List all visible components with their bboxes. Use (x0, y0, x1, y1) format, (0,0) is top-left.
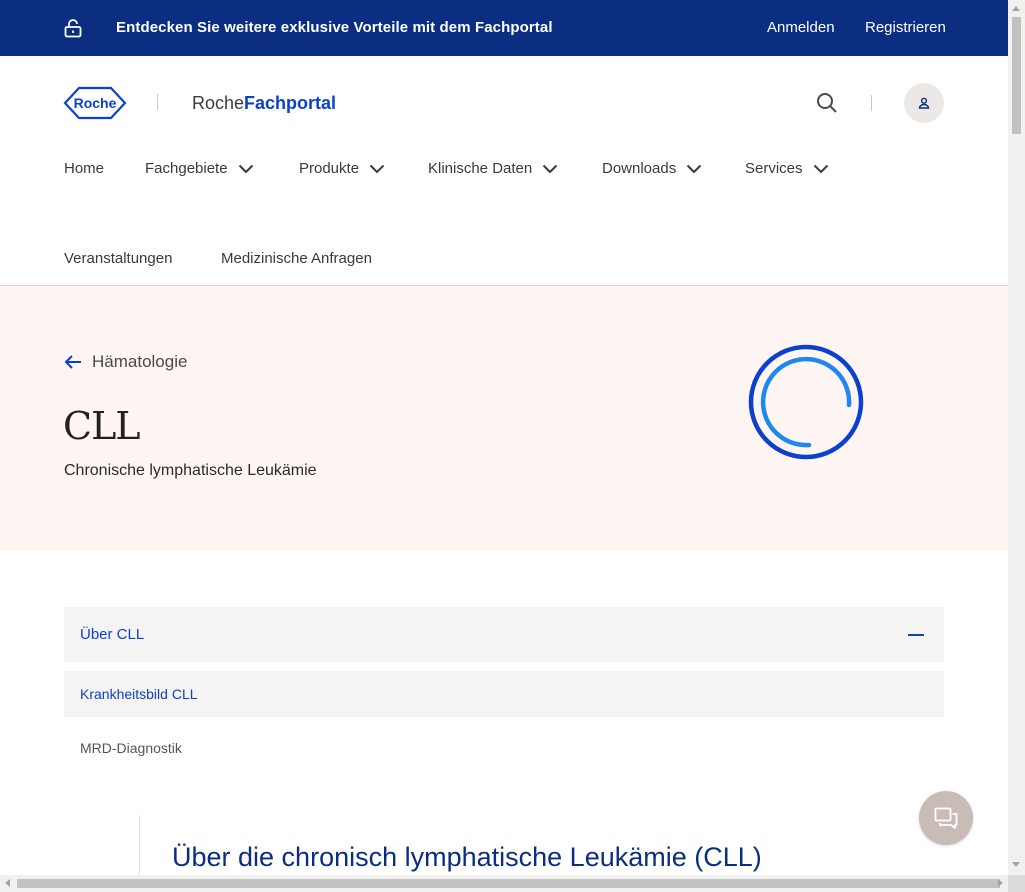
scroll-right-arrow[interactable] (998, 879, 1003, 887)
scrollbar-corner (1008, 875, 1025, 892)
nav-label: Services (745, 160, 803, 177)
accordion-title: Über CLL (80, 626, 145, 643)
nav-label: Medizinische Anfragen (221, 250, 372, 267)
user-account-button[interactable] (904, 83, 944, 123)
accordion-item-label: MRD-Diagnostik (80, 740, 182, 756)
accordion-item-krankheitsbild[interactable]: Krankheitsbild CLL (64, 671, 944, 717)
nav-label: Veranstaltungen (64, 250, 173, 267)
accordion-header[interactable]: Über CLL (64, 607, 944, 662)
chevron-down-icon (369, 164, 385, 173)
page-title: CLL (63, 404, 141, 448)
nav-item-home[interactable]: Home (64, 160, 104, 177)
promo-bar: Entdecken Sie weitere exklusive Vorteile… (0, 0, 1008, 56)
arrow-left-icon (64, 355, 81, 369)
nav-item-medizinische-anfragen[interactable]: Medizinische Anfragen (221, 250, 372, 267)
accordion-item-mrd-diagnostik[interactable]: MRD-Diagnostik (64, 725, 944, 771)
back-link[interactable]: Hämatologie (64, 352, 187, 372)
horizontal-scroll-thumb[interactable] (17, 879, 1000, 888)
nav-label: Produkte (299, 160, 360, 177)
logo-divider (157, 94, 158, 110)
nav-label: Fachgebiete (145, 160, 228, 177)
chevron-down-icon (687, 164, 702, 173)
chevron-down-icon (543, 164, 558, 173)
chat-button[interactable] (919, 791, 973, 845)
header-divider (871, 95, 872, 111)
accordion-item-label: Krankheitsbild CLL (80, 686, 198, 702)
content-quote-bar (139, 815, 140, 875)
nav-item-fachgebiete[interactable]: Fachgebiete (145, 160, 254, 177)
nav-label: Klinische Daten (428, 160, 533, 177)
lock-icon (64, 19, 82, 38)
search-icon[interactable] (815, 91, 839, 115)
nav-item-veranstaltungen[interactable]: Veranstaltungen (64, 250, 172, 267)
page-subtitle: Chronische lymphatische Leukämie (64, 462, 317, 479)
nav-label: Downloads (602, 160, 677, 177)
page-viewport: Entdecken Sie weitere exklusive Vorteile… (0, 0, 1008, 875)
content-heading: Über die chronisch lymphatische Leukämie… (172, 842, 762, 872)
chevron-down-icon (238, 164, 253, 173)
nav-item-klinische-daten[interactable]: Klinische Daten (428, 160, 558, 177)
login-link[interactable]: Anmelden (767, 19, 835, 36)
portal-prefix: Roche (192, 93, 245, 113)
roche-logo-text: Roche (74, 95, 117, 111)
scroll-up-arrow[interactable] (1012, 6, 1020, 11)
portal-logo[interactable]: RocheFachportal (192, 93, 336, 114)
portal-name: Fachportal (244, 93, 337, 113)
circle-logo-icon (748, 344, 864, 460)
vertical-scrollbar[interactable] (1008, 0, 1025, 875)
collapse-icon[interactable] (908, 634, 924, 636)
vertical-scroll-thumb[interactable] (1012, 17, 1021, 134)
horizontal-scrollbar[interactable] (0, 875, 1008, 892)
hero-section: Hämatologie CLL Chronische lymphatische … (0, 286, 1008, 551)
nav-label: Home (64, 160, 105, 177)
nav-item-produkte[interactable]: Produkte (299, 160, 385, 177)
nav-item-downloads[interactable]: Downloads (602, 160, 702, 177)
back-link-label: Hämatologie (92, 352, 188, 371)
chat-icon (934, 807, 958, 829)
scroll-left-arrow[interactable] (5, 879, 10, 887)
register-link[interactable]: Registrieren (865, 19, 946, 36)
promo-text: Entdecken Sie weitere exklusive Vorteile… (116, 19, 553, 36)
scroll-down-arrow[interactable] (1012, 862, 1020, 867)
user-icon (918, 97, 930, 109)
nav-item-services[interactable]: Services (745, 160, 829, 177)
chevron-down-icon (813, 164, 828, 173)
roche-logo[interactable]: Roche (63, 86, 127, 120)
